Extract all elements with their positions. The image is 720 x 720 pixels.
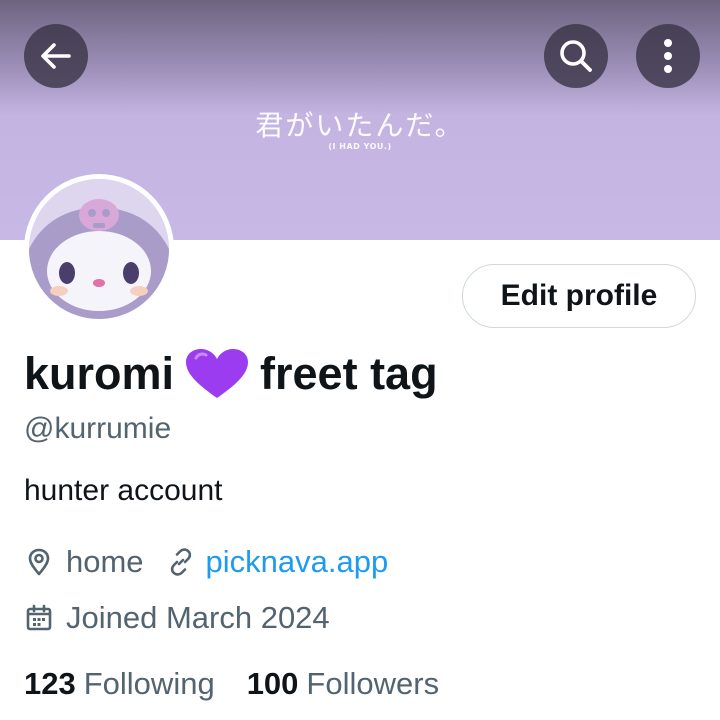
- location-text: home: [66, 544, 144, 579]
- followers-label: Followers: [306, 666, 440, 701]
- followers-stat[interactable]: 100 Followers: [247, 666, 439, 702]
- avatar[interactable]: [24, 174, 174, 324]
- following-count: 123: [24, 666, 76, 701]
- kuromi-avatar-image: [29, 179, 169, 319]
- display-name: kuromi freet tag: [24, 344, 438, 404]
- profile-meta-location-website: home picknava.app: [24, 542, 388, 582]
- banner-subtext: (I HAD YOU.): [328, 142, 392, 151]
- followers-count: 100: [246, 666, 299, 701]
- more-button[interactable]: [636, 24, 700, 88]
- calendar-icon: [24, 603, 54, 633]
- following-stat[interactable]: 123 Following: [24, 666, 215, 702]
- search-icon: [560, 40, 592, 72]
- display-name-rest: freet tag: [260, 348, 438, 399]
- back-button[interactable]: [24, 24, 88, 88]
- following-label: Following: [83, 666, 215, 701]
- display-name-first: kuromi: [24, 348, 175, 399]
- website-link[interactable]: picknava.app: [206, 544, 389, 580]
- location-pin-icon: [24, 547, 54, 577]
- joined-date: Joined March 2024: [66, 600, 330, 635]
- handle: @kurrumie: [24, 412, 172, 445]
- more-vertical-icon: [664, 39, 672, 73]
- edit-profile-button[interactable]: Edit profile: [462, 264, 696, 328]
- profile-meta-joined: Joined March 2024: [24, 598, 330, 638]
- banner-text: 君がいたんだ。: [255, 109, 465, 142]
- follow-stats: 123 Following 100 Followers: [24, 664, 439, 704]
- link-icon: [166, 547, 196, 577]
- search-button[interactable]: [544, 24, 608, 88]
- bio: hunter account: [24, 474, 223, 507]
- purple-heart-icon: [184, 348, 250, 400]
- arrow-left-icon: [41, 43, 71, 69]
